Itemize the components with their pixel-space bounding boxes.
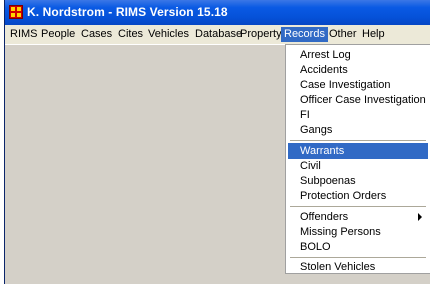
title-bar[interactable]: K. Nordstrom - RIMS Version 15.18 — [5, 0, 430, 25]
menu-records[interactable]: Records — [281, 27, 328, 42]
menu-separator — [290, 206, 426, 207]
menu-other[interactable]: Other — [326, 27, 360, 42]
menu-item-missing-persons[interactable]: Missing Persons — [288, 224, 428, 240]
menu-item-officer-case-investigation[interactable]: Officer Case Investigation — [288, 92, 428, 108]
app-window: K. Nordstrom - RIMS Version 15.18 RIMS P… — [4, 0, 430, 284]
menu-item-offenders-label: Offenders — [300, 211, 349, 223]
menu-item-case-investigation[interactable]: Case Investigation — [288, 77, 428, 93]
menu-rims[interactable]: RIMS — [7, 27, 41, 42]
menu-item-arrest-log[interactable]: Arrest Log — [288, 47, 428, 63]
menu-property[interactable]: Property — [237, 27, 285, 42]
menu-item-subpoenas[interactable]: Subpoenas — [288, 173, 428, 189]
menu-item-stolen-vehicles[interactable]: Stolen Vehicles — [288, 259, 428, 275]
menu-item-warrants[interactable]: Warrants — [288, 143, 428, 159]
menu-item-protection-orders[interactable]: Protection Orders — [288, 188, 428, 204]
menu-item-fi[interactable]: FI — [288, 107, 428, 123]
rims-app-icon[interactable] — [9, 5, 23, 19]
menu-item-accidents[interactable]: Accidents — [288, 62, 428, 78]
menu-separator — [290, 140, 426, 141]
menu-separator — [290, 257, 426, 258]
menu-cites[interactable]: Cites — [115, 27, 146, 42]
records-dropdown-menu: Arrest Log Accidents Case Investigation … — [285, 44, 430, 274]
menu-vehicles[interactable]: Vehicles — [145, 27, 192, 42]
menu-people[interactable]: People — [38, 27, 78, 42]
menu-item-civil[interactable]: Civil — [288, 158, 428, 174]
menu-item-offenders[interactable]: Offenders — [288, 209, 428, 225]
menu-bar: RIMS People Cases Cites Vehicles Databas… — [5, 25, 430, 45]
submenu-arrow-icon — [418, 213, 422, 221]
menu-cases[interactable]: Cases — [78, 27, 115, 42]
menu-help[interactable]: Help — [359, 27, 388, 42]
menu-item-bolo[interactable]: BOLO — [288, 239, 428, 255]
window-title: K. Nordstrom - RIMS Version 15.18 — [27, 5, 228, 19]
menu-item-gangs[interactable]: Gangs — [288, 122, 428, 138]
